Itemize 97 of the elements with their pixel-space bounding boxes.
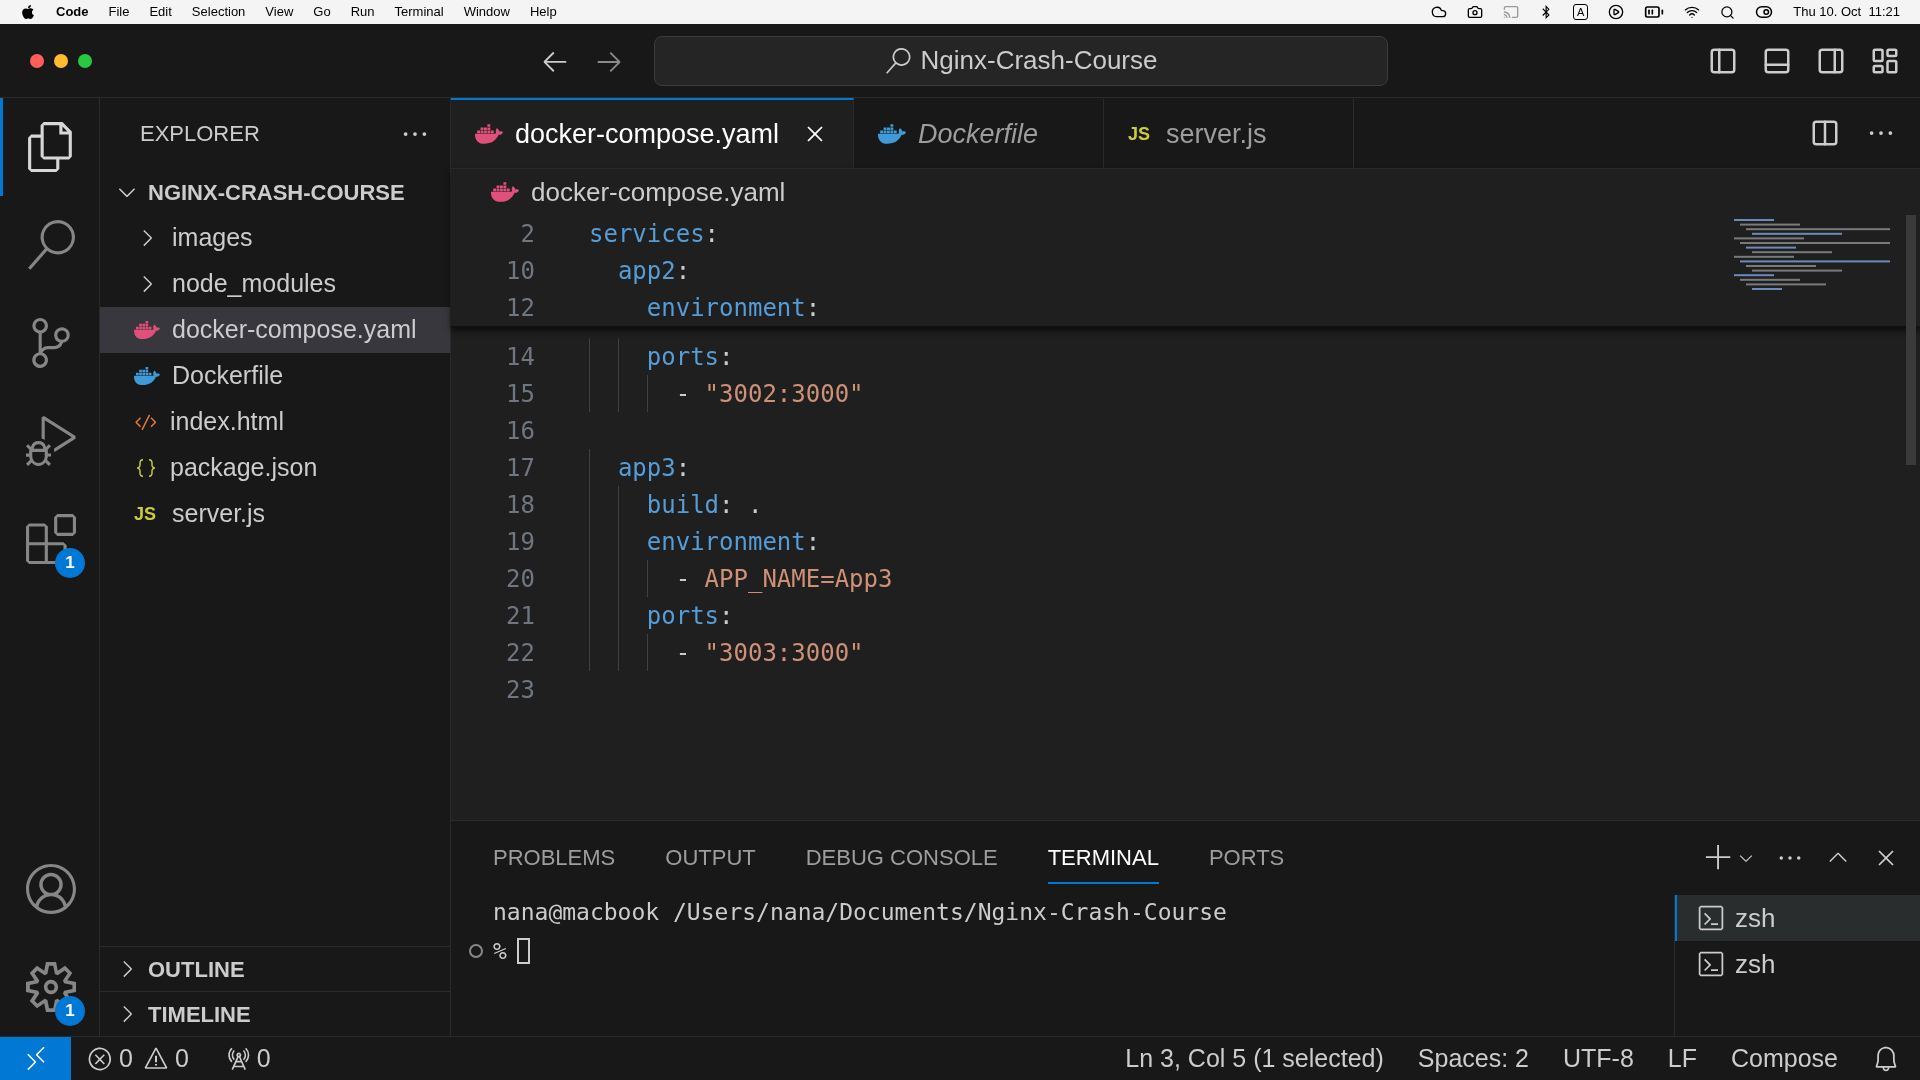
status-item[interactable]: Compose	[1731, 1039, 1838, 1078]
wifi-icon[interactable]	[1684, 4, 1701, 20]
notification-badge: 1	[55, 548, 85, 578]
panel-tab[interactable]: PROBLEMS	[493, 832, 616, 884]
error-icon	[87, 1045, 113, 1072]
menu-item[interactable]: Run	[350, 2, 375, 22]
file-tree-item[interactable]: package.json	[100, 445, 450, 491]
status-item[interactable]: Ln 3, Col 5 (1 selected)	[1125, 1039, 1384, 1078]
cloud-icon[interactable]	[1430, 4, 1447, 20]
folder-header[interactable]: NGINX-CRASH-COURSE	[100, 169, 450, 215]
breadcrumb[interactable]: docker-compose.yaml	[531, 172, 786, 212]
code-line: environment:	[646, 292, 821, 324]
editor-tab[interactable]: docker-compose.yaml	[451, 98, 855, 168]
status-item[interactable]: UTF-8	[1563, 1039, 1634, 1078]
file-tree-item[interactable]: docker-compose.yaml	[100, 307, 450, 353]
play-bug-icon	[26, 416, 76, 466]
js-file-icon: JS	[134, 500, 160, 528]
search-icon	[26, 220, 76, 270]
play-circle-icon[interactable]	[1608, 4, 1625, 20]
command-status-icon	[469, 943, 483, 958]
ports-status[interactable]: 0	[224, 1039, 271, 1078]
warning-icon	[142, 1045, 169, 1072]
camera-icon[interactable]	[1466, 4, 1483, 20]
cast-icon[interactable]	[1502, 4, 1519, 20]
input-source-indicator[interactable]: A	[1572, 4, 1589, 20]
code-line: build: .	[646, 489, 763, 521]
menu-item[interactable]: File	[108, 2, 130, 22]
terminal-list-item[interactable]: zsh	[1675, 895, 1920, 941]
panel-tab[interactable]: OUTPUT	[665, 832, 756, 884]
menu-item[interactable]: Window	[463, 2, 510, 22]
terminal-prompt: %	[493, 936, 507, 966]
activity-item[interactable]: 1	[0, 490, 99, 588]
minimize-window-button[interactable]	[54, 53, 68, 68]
line-number: 10	[505, 255, 535, 287]
menu-item[interactable]: Terminal	[394, 2, 444, 22]
notification-badge: 1	[55, 996, 85, 1026]
menu-item[interactable]: Go	[313, 2, 331, 22]
panel-tab[interactable]: TERMINAL	[1047, 832, 1159, 884]
command-center-search[interactable]: Nginx-Crash-Course	[654, 35, 1388, 86]
section-header[interactable]: OUTLINE	[100, 946, 450, 991]
line-number: 23	[505, 674, 535, 706]
terminal-list-item[interactable]: zsh	[1675, 941, 1920, 987]
status-item[interactable]: LF	[1667, 1039, 1697, 1078]
file-tree-item[interactable]: Dockerfile	[100, 353, 450, 399]
code-line: app3:	[617, 452, 691, 484]
sidebar-title: EXPLORER	[140, 120, 260, 148]
line-number: 12	[505, 292, 535, 324]
apple-icon[interactable]	[20, 4, 36, 20]
search-icon[interactable]	[1720, 4, 1736, 20]
terminal-icon	[1697, 904, 1725, 932]
braces-icon	[134, 456, 158, 480]
split-editor-icon[interactable]	[1810, 118, 1840, 148]
line-number: 15	[505, 378, 535, 410]
app-menu[interactable]: Code	[56, 2, 89, 22]
code-line: app2:	[617, 255, 691, 287]
panel-tab[interactable]: PORTS	[1208, 832, 1285, 884]
code-line: ports:	[646, 341, 734, 373]
editor-tab[interactable]: Dockerfile	[854, 98, 1105, 168]
file-tree-item[interactable]: images	[100, 215, 450, 261]
code-line: ports:	[646, 600, 734, 632]
search-icon	[884, 47, 911, 74]
status-item[interactable]: Spaces: 2	[1417, 1039, 1529, 1078]
line-number: 22	[505, 637, 535, 669]
editor-tab[interactable]: JS server.js	[1104, 98, 1355, 168]
menu-item[interactable]: View	[265, 2, 294, 22]
menu-item[interactable]: Help	[529, 2, 557, 22]
line-number: 20	[505, 563, 535, 595]
account-icon	[26, 864, 76, 914]
code-line: environment:	[646, 526, 821, 558]
line-number: 21	[505, 600, 535, 632]
line-number: 2	[519, 218, 535, 250]
code-line: - APP_NAME=App3	[675, 563, 893, 595]
line-number: 17	[505, 452, 535, 484]
toggle-icon[interactable]	[1755, 3, 1774, 21]
menu-item[interactable]: Edit	[149, 2, 172, 22]
problems-status[interactable]: 0 0	[87, 1039, 189, 1078]
js-file-icon: JS	[1128, 120, 1155, 148]
line-number: 16	[505, 415, 535, 447]
file-tree-item[interactable]: JS server.js	[100, 491, 450, 537]
zoom-window-button[interactable]	[78, 53, 92, 68]
line-number: 14	[505, 341, 535, 373]
activity-item[interactable]: 1	[0, 938, 99, 1036]
line-number: 18	[505, 489, 535, 521]
panel-tab[interactable]: DEBUG CONSOLE	[805, 832, 998, 884]
scrollbar[interactable]	[1906, 215, 1916, 465]
file-tree-item[interactable]: index.html	[100, 399, 450, 445]
code-line: - "3003:3000"	[675, 637, 864, 669]
terminal-cursor	[516, 937, 530, 964]
file-tree-item[interactable]: node_modules	[100, 261, 450, 307]
code-line: - "3002:3000"	[675, 378, 864, 410]
line-number: 19	[505, 526, 535, 558]
menu-item[interactable]: Selection	[191, 2, 246, 22]
terminal-output: nana@macbook /Users/nana/Documents/Nginx-Crash-Course	[493, 898, 1228, 927]
terminal-icon	[1697, 950, 1725, 978]
code-line: services:	[589, 218, 720, 250]
close-window-button[interactable]	[30, 53, 44, 68]
clock: Thu 10. Oct 11:21	[1793, 3, 1900, 22]
